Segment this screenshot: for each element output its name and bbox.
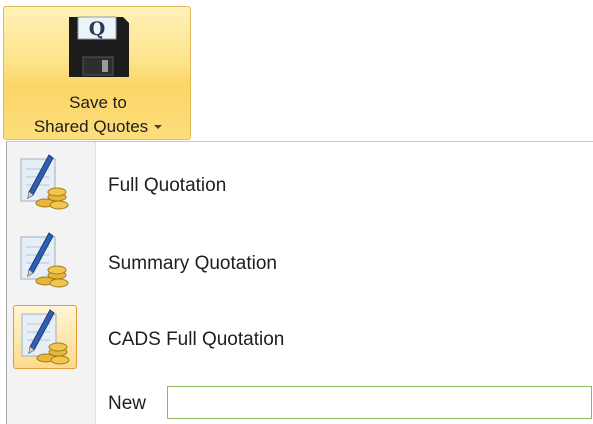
menu-item-label: CADS Full Quotation bbox=[108, 329, 285, 350]
save-to-label: Save to bbox=[69, 93, 127, 112]
save-to-shared-quotes-button[interactable]: Q Save to Shared Quotes bbox=[3, 6, 191, 140]
menu-item-summary-quotation[interactable]: Summary Quotation bbox=[7, 223, 593, 299]
menu-item-label: Summary Quotation bbox=[108, 253, 277, 274]
quotation-pencil-coins-icon bbox=[13, 229, 77, 293]
dropdown-arrow-icon[interactable] bbox=[154, 124, 163, 129]
menu-item-label: Full Quotation bbox=[108, 175, 227, 196]
quotation-pencil-coins-icon bbox=[13, 305, 77, 369]
quotation-pencil-coins-icon bbox=[13, 151, 77, 215]
svg-text:Q: Q bbox=[89, 18, 106, 40]
floppy-disk-icon: Q bbox=[65, 13, 133, 83]
shared-quotes-label: Shared Quotes bbox=[4, 117, 192, 137]
new-quote-name-input[interactable] bbox=[167, 386, 592, 419]
menu-item-full-quotation[interactable]: Full Quotation bbox=[7, 145, 593, 221]
new-field-label: New bbox=[108, 393, 147, 414]
new-quote-row: New bbox=[7, 380, 593, 422]
save-options-menu: Full Quotation Summary Quotation CADS Fu… bbox=[6, 141, 593, 424]
menu-item-cads-full-quotation[interactable]: CADS Full Quotation bbox=[7, 299, 593, 375]
